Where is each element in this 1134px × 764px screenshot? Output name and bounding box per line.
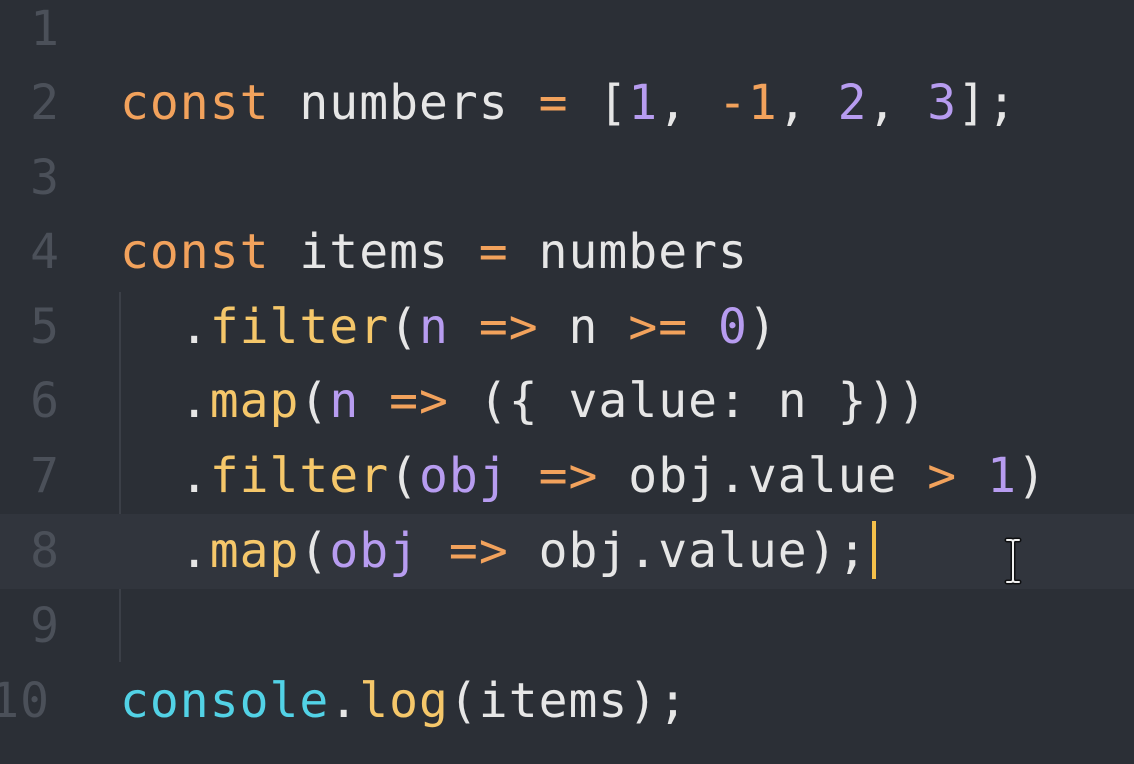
line-number: 5 bbox=[30, 299, 60, 355]
operator-token: >= bbox=[628, 299, 689, 355]
arrow-token: => bbox=[538, 448, 599, 504]
object-token: console bbox=[120, 673, 330, 729]
code-line-3[interactable]: 3 bbox=[0, 141, 1134, 216]
keyword-token: const bbox=[120, 75, 270, 131]
punctuation-token: ) bbox=[1017, 448, 1047, 504]
number-token: 1 bbox=[628, 75, 659, 131]
code-line-10[interactable]: 10 console.log(items); bbox=[0, 664, 1134, 739]
code-content[interactable]: .map(obj => obj.value); bbox=[120, 514, 876, 589]
keyword-token: const bbox=[120, 224, 270, 280]
line-number: 6 bbox=[30, 373, 60, 429]
punctuation-token: , bbox=[867, 75, 928, 131]
punctuation-token: ( bbox=[299, 373, 330, 429]
code-line-8[interactable]: 8 .map(obj => obj.value); bbox=[0, 514, 1134, 589]
code-content[interactable]: console.log(items); bbox=[120, 664, 688, 739]
punctuation-token: ( bbox=[299, 523, 330, 579]
code-line-5[interactable]: 5 .filter(n => n >= 0) bbox=[0, 290, 1134, 365]
parameter-token: n bbox=[419, 299, 449, 355]
punctuation-token: . bbox=[329, 673, 360, 729]
identifier-token: numbers bbox=[508, 224, 748, 280]
number-token: 0 bbox=[718, 299, 748, 355]
number-token: 2 bbox=[837, 75, 868, 131]
operator-token: = bbox=[538, 75, 569, 131]
line-number: 2 bbox=[30, 75, 60, 131]
line-number: 7 bbox=[30, 448, 60, 504]
code-content[interactable]: const items = numbers bbox=[120, 215, 748, 290]
expression-token: obj.value bbox=[598, 448, 928, 504]
arrow-token: => bbox=[389, 373, 449, 429]
code-content[interactable]: .filter(obj => obj.value > 1) bbox=[120, 439, 1047, 514]
punctuation-token: ( bbox=[389, 448, 419, 504]
line-number: 1 bbox=[30, 1, 60, 57]
punctuation-token: ) bbox=[747, 299, 778, 355]
code-editor[interactable]: 1 2 const numbers = [1, -1, 2, 3]; 3 4 c… bbox=[0, 0, 1134, 764]
code-line-4[interactable]: 4 const items = numbers bbox=[0, 215, 1134, 290]
code-content[interactable]: .filter(n => n >= 0) bbox=[120, 290, 778, 365]
code-line-7[interactable]: 7 .filter(obj => obj.value > 1) bbox=[0, 439, 1134, 514]
parameter-token: obj bbox=[419, 448, 509, 504]
punctuation-token: [ bbox=[568, 75, 629, 131]
expression-token: ({ value: n })) bbox=[448, 373, 928, 429]
operator-token: > bbox=[927, 448, 958, 504]
number-token: -1 bbox=[718, 75, 778, 131]
function-token: log bbox=[359, 673, 449, 729]
arrow-token: => bbox=[448, 523, 509, 579]
parameter-token: obj bbox=[329, 523, 420, 579]
operator-token: = bbox=[478, 224, 509, 280]
identifier-token: n bbox=[538, 299, 629, 355]
function-token: map bbox=[209, 373, 300, 429]
arrow-token: => bbox=[478, 299, 539, 355]
function-token: filter bbox=[209, 448, 390, 504]
number-token: 3 bbox=[927, 75, 958, 131]
code-line-9[interactable]: 9 bbox=[0, 589, 1134, 664]
line-number: 8 bbox=[30, 523, 60, 579]
punctuation-token: ( bbox=[389, 299, 419, 355]
ibeam-icon bbox=[1004, 537, 1022, 585]
function-token: map bbox=[209, 523, 300, 579]
number-token: 1 bbox=[987, 448, 1018, 504]
punctuation-token: . bbox=[120, 373, 210, 429]
line-number: 3 bbox=[30, 150, 60, 206]
line-number: 4 bbox=[30, 224, 60, 280]
identifier-token: items bbox=[269, 224, 479, 280]
code-line-6[interactable]: 6 .map(n => ({ value: n })) bbox=[0, 364, 1134, 439]
expression-token: obj.value); bbox=[508, 523, 868, 579]
code-content[interactable]: .map(n => ({ value: n })) bbox=[120, 364, 927, 439]
parameter-token: n bbox=[329, 373, 360, 429]
punctuation-token: . bbox=[120, 523, 210, 579]
code-line-1[interactable]: 1 bbox=[0, 0, 1134, 67]
text-cursor bbox=[871, 521, 876, 579]
line-number: 10 bbox=[0, 673, 50, 729]
line-number: 9 bbox=[30, 598, 60, 654]
code-line-2[interactable]: 2 const numbers = [1, -1, 2, 3]; bbox=[0, 66, 1134, 141]
punctuation-token: , bbox=[658, 75, 718, 131]
punctuation-token: . bbox=[120, 299, 210, 355]
punctuation-token: ]; bbox=[957, 75, 1017, 131]
expression-token: (items); bbox=[448, 673, 689, 729]
punctuation-token: , bbox=[777, 75, 838, 131]
code-content[interactable]: const numbers = [1, -1, 2, 3]; bbox=[120, 66, 1017, 141]
identifier-token: numbers bbox=[269, 75, 539, 131]
punctuation-token: . bbox=[120, 448, 210, 504]
function-token: filter bbox=[209, 299, 390, 355]
